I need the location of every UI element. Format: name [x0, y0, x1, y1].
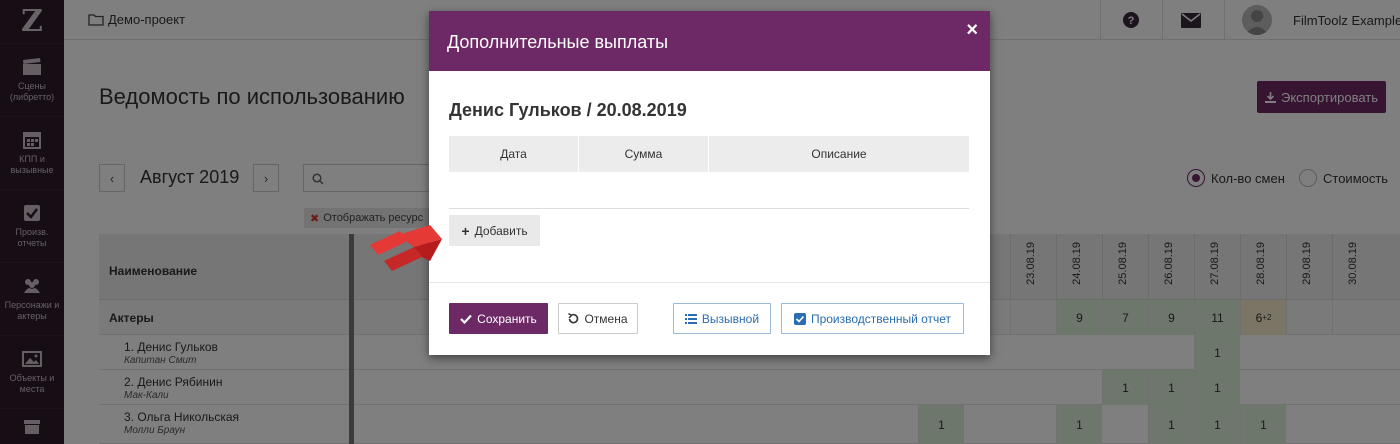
- payments-table-body: [449, 172, 969, 209]
- column-header-amount: Сумма: [579, 136, 709, 172]
- save-button[interactable]: Сохранить: [449, 303, 548, 334]
- call-sheet-button[interactable]: Вызывной: [673, 303, 771, 334]
- payments-table-header: Дата Сумма Описание: [449, 136, 969, 172]
- modal-header: Дополнительные выплаты ×: [429, 11, 990, 71]
- payments-table: Дата Сумма Описание: [449, 136, 969, 209]
- extra-payments-modal: Дополнительные выплаты × Денис Гульков /…: [429, 11, 990, 355]
- checkbox-icon: [793, 312, 806, 325]
- undo-icon: [568, 313, 579, 324]
- modal-subtitle: Денис Гульков / 20.08.2019: [449, 100, 687, 120]
- column-header-date: Дата: [449, 136, 579, 172]
- close-icon[interactable]: ×: [966, 19, 978, 42]
- production-report-button[interactable]: Производственный отчет: [781, 303, 964, 334]
- modal-footer-divider: [429, 282, 990, 283]
- column-header-description: Описание: [811, 147, 867, 161]
- pointer-arrow-icon: [370, 225, 442, 271]
- modal-title: Дополнительные выплаты: [447, 32, 669, 52]
- check-icon: [460, 314, 472, 324]
- add-button[interactable]: + Добавить: [449, 215, 540, 246]
- plus-icon: +: [461, 222, 470, 239]
- cancel-button[interactable]: Отмена: [558, 303, 638, 334]
- list-icon: [684, 313, 697, 324]
